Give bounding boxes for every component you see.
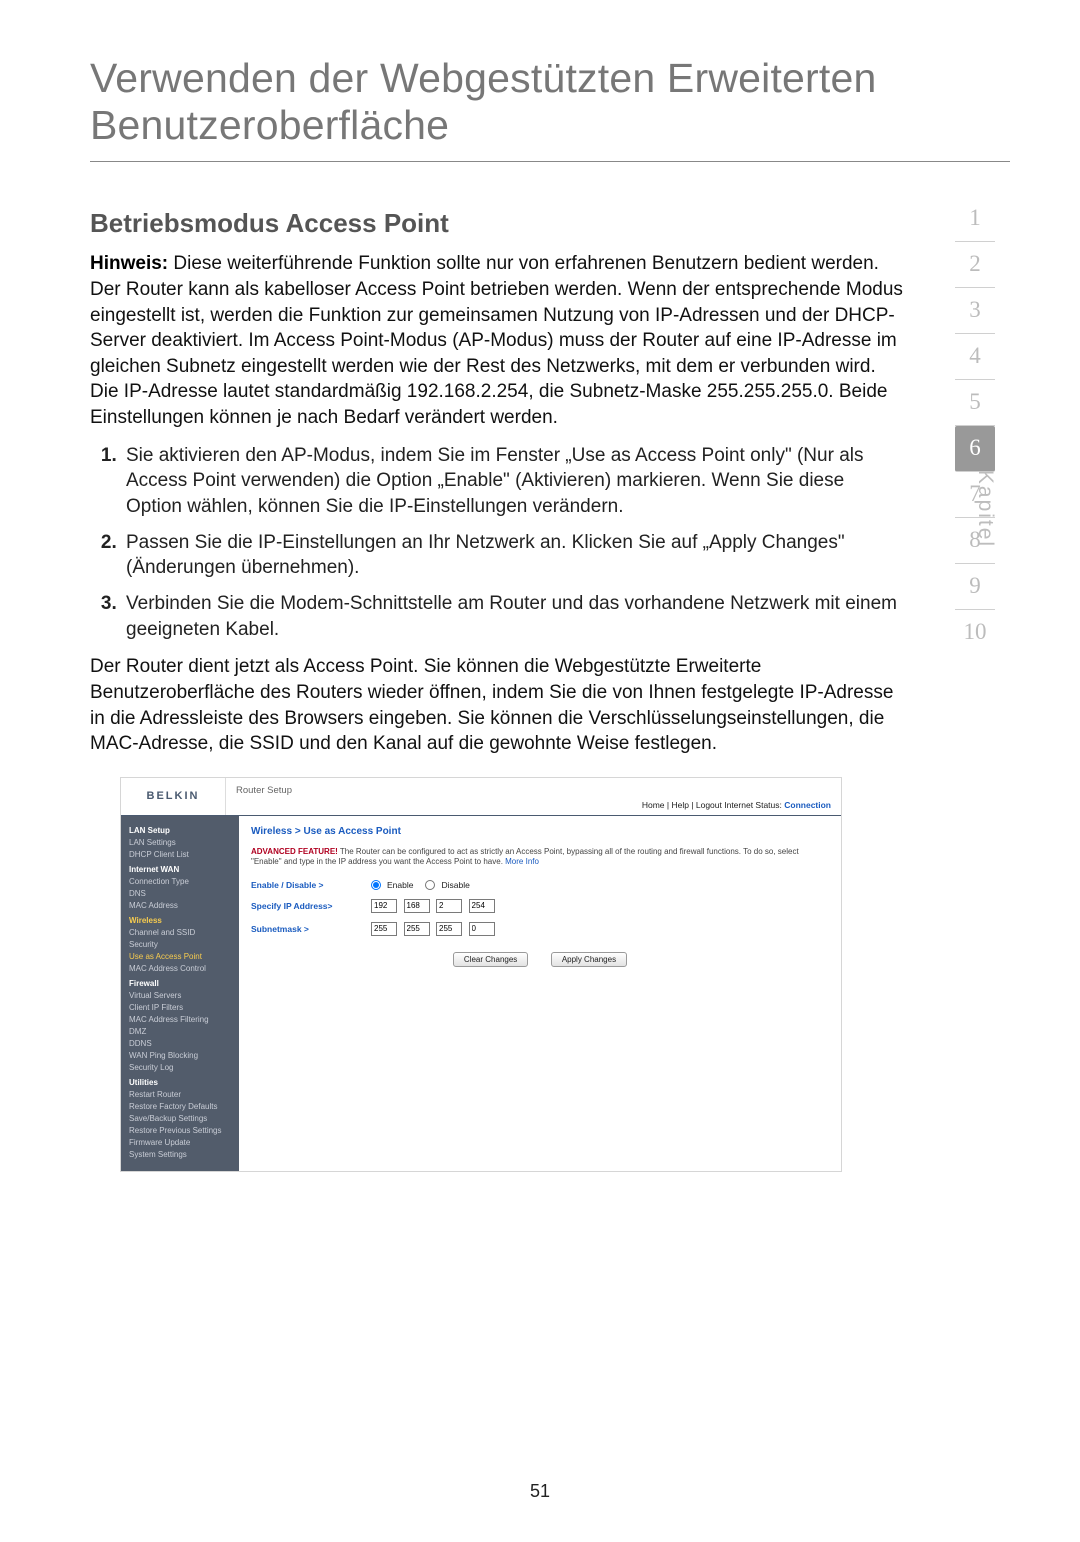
sidebar-header-utilities: Utilities <box>129 1077 233 1089</box>
mask-inputs <box>371 922 499 936</box>
kapitel-label: Kapitel <box>973 470 997 548</box>
sidebar-system-settings[interactable]: System Settings <box>129 1149 233 1161</box>
chapter-10[interactable]: 10 <box>955 610 995 655</box>
page-number: 51 <box>0 1481 1080 1502</box>
sidebar-dns[interactable]: DNS <box>129 888 233 900</box>
step-2: Passen Sie die IP-Einstellungen an Ihr N… <box>122 530 905 581</box>
sidebar-firmware[interactable]: Firmware Update <box>129 1137 233 1149</box>
apply-changes-button[interactable]: Apply Changes <box>551 952 627 967</box>
mask-oct-3[interactable] <box>436 922 462 936</box>
router-ui: BELKIN Router Setup Home | Help | Logout… <box>120 777 842 1172</box>
main-column: Betriebsmodus Access Point Hinweis: Dies… <box>90 202 940 1172</box>
router-header: BELKIN Router Setup Home | Help | Logout… <box>121 778 841 816</box>
brand-logo: BELKIN <box>121 778 226 815</box>
ip-inputs <box>371 899 499 913</box>
mask-oct-4[interactable] <box>469 922 495 936</box>
chapter-5[interactable]: 5 <box>955 380 995 426</box>
sidebar-wan-ping[interactable]: WAN Ping Blocking <box>129 1050 233 1062</box>
intro-paragraph: Hinweis: Diese weiterführende Funktion s… <box>90 251 905 430</box>
step-3: Verbinden Sie die Modem-Schnittstelle am… <box>122 591 905 642</box>
sidebar-header-lan: LAN Setup <box>129 825 233 837</box>
sidebar-mac-address[interactable]: MAC Address <box>129 900 233 912</box>
sidebar-restart[interactable]: Restart Router <box>129 1089 233 1101</box>
internet-status: Connection <box>784 800 831 810</box>
enable-label: Enable / Disable > <box>251 880 371 890</box>
router-sidebar: LAN Setup LAN Settings DHCP Client List … <box>121 816 239 1171</box>
embedded-screenshot: BELKIN Router Setup Home | Help | Logout… <box>120 777 840 1172</box>
ip-oct-2[interactable] <box>404 899 430 913</box>
step-list: Sie aktivieren den AP-Modus, indem Sie i… <box>90 443 905 642</box>
more-info-link[interactable]: More Info <box>505 857 539 866</box>
page-title: Verwenden der Webgestützten Erweiterten … <box>90 55 1010 149</box>
sidebar-ddns[interactable]: DDNS <box>129 1038 233 1050</box>
advanced-feature-note: ADVANCED FEATURE! The Router can be conf… <box>251 847 829 868</box>
sidebar-use-as-ap[interactable]: Use as Access Point <box>129 951 233 963</box>
chapter-6-current[interactable]: 6 <box>955 426 995 472</box>
chapter-nav: 1 2 3 4 5 6 7 8 9 10 <box>940 196 1010 655</box>
ip-oct-4[interactable] <box>469 899 495 913</box>
sidebar-restore-previous[interactable]: Restore Previous Settings <box>129 1125 233 1137</box>
mask-row: Subnetmask > <box>251 922 829 936</box>
outro-paragraph: Der Router dient jetzt als Access Point.… <box>90 654 905 757</box>
title-divider <box>90 161 1010 162</box>
clear-changes-button[interactable]: Clear Changes <box>453 952 528 967</box>
breadcrumb: Wireless > Use as Access Point <box>251 826 829 837</box>
section-heading: Betriebsmodus Access Point <box>90 208 905 239</box>
header-links[interactable]: Home | Help | Logout Internet Status: Co… <box>226 798 841 815</box>
header-right: Router Setup Home | Help | Logout Intern… <box>226 778 841 815</box>
chapter-4[interactable]: 4 <box>955 334 995 380</box>
ip-label: Specify IP Address> <box>251 901 371 911</box>
radio-enable-label: Enable <box>387 880 413 890</box>
sidebar-mac-control[interactable]: MAC Address Control <box>129 963 233 975</box>
chapter-2[interactable]: 2 <box>955 242 995 288</box>
header-links-text: Home | Help | Logout Internet Status: <box>642 800 784 810</box>
hinweis-label: Hinweis: <box>90 253 168 274</box>
sidebar-header-wan: Internet WAN <box>129 864 233 876</box>
advanced-label: ADVANCED FEATURE! <box>251 847 338 856</box>
chapter-1[interactable]: 1 <box>955 196 995 242</box>
sidebar-header-firewall: Firewall <box>129 978 233 990</box>
ip-row: Specify IP Address> <box>251 899 829 913</box>
router-setup-label: Router Setup <box>226 778 841 798</box>
enable-radio-group: Enable Disable <box>371 880 470 890</box>
manual-page: Verwenden der Webgestützten Erweiterten … <box>0 0 1080 1542</box>
chapter-nav-column: 1 2 3 4 5 6 7 8 9 10 Kapitel <box>940 202 1010 1172</box>
sidebar-connection-type[interactable]: Connection Type <box>129 876 233 888</box>
radio-disable[interactable] <box>425 880 435 890</box>
sidebar-client-ip-filters[interactable]: Client IP Filters <box>129 1002 233 1014</box>
sidebar-mac-filtering[interactable]: MAC Address Filtering <box>129 1014 233 1026</box>
sidebar-save-backup[interactable]: Save/Backup Settings <box>129 1113 233 1125</box>
ip-oct-3[interactable] <box>436 899 462 913</box>
intro-text: Diese weiterführende Funktion sollte nur… <box>90 253 903 428</box>
step-1: Sie aktivieren den AP-Modus, indem Sie i… <box>122 443 905 520</box>
radio-enable[interactable] <box>371 880 381 890</box>
sidebar-lan-settings[interactable]: LAN Settings <box>129 837 233 849</box>
chapter-9[interactable]: 9 <box>955 564 995 610</box>
sidebar-security-log[interactable]: Security Log <box>129 1062 233 1074</box>
content-row: Betriebsmodus Access Point Hinweis: Dies… <box>90 202 1010 1172</box>
sidebar-restore-defaults[interactable]: Restore Factory Defaults <box>129 1101 233 1113</box>
sidebar-security[interactable]: Security <box>129 939 233 951</box>
router-main: Wireless > Use as Access Point ADVANCED … <box>239 816 841 1171</box>
button-row: Clear Changes Apply Changes <box>251 952 829 967</box>
radio-disable-label: Disable <box>441 880 469 890</box>
sidebar-virtual-servers[interactable]: Virtual Servers <box>129 990 233 1002</box>
router-body: LAN Setup LAN Settings DHCP Client List … <box>121 816 841 1171</box>
chapter-3[interactable]: 3 <box>955 288 995 334</box>
sidebar-dmz[interactable]: DMZ <box>129 1026 233 1038</box>
sidebar-channel-ssid[interactable]: Channel and SSID <box>129 927 233 939</box>
sidebar-dhcp-client-list[interactable]: DHCP Client List <box>129 849 233 861</box>
mask-label: Subnetmask > <box>251 924 371 934</box>
enable-row: Enable / Disable > Enable Disable <box>251 880 829 890</box>
mask-oct-1[interactable] <box>371 922 397 936</box>
mask-oct-2[interactable] <box>404 922 430 936</box>
ip-oct-1[interactable] <box>371 899 397 913</box>
sidebar-header-wireless: Wireless <box>129 915 233 927</box>
